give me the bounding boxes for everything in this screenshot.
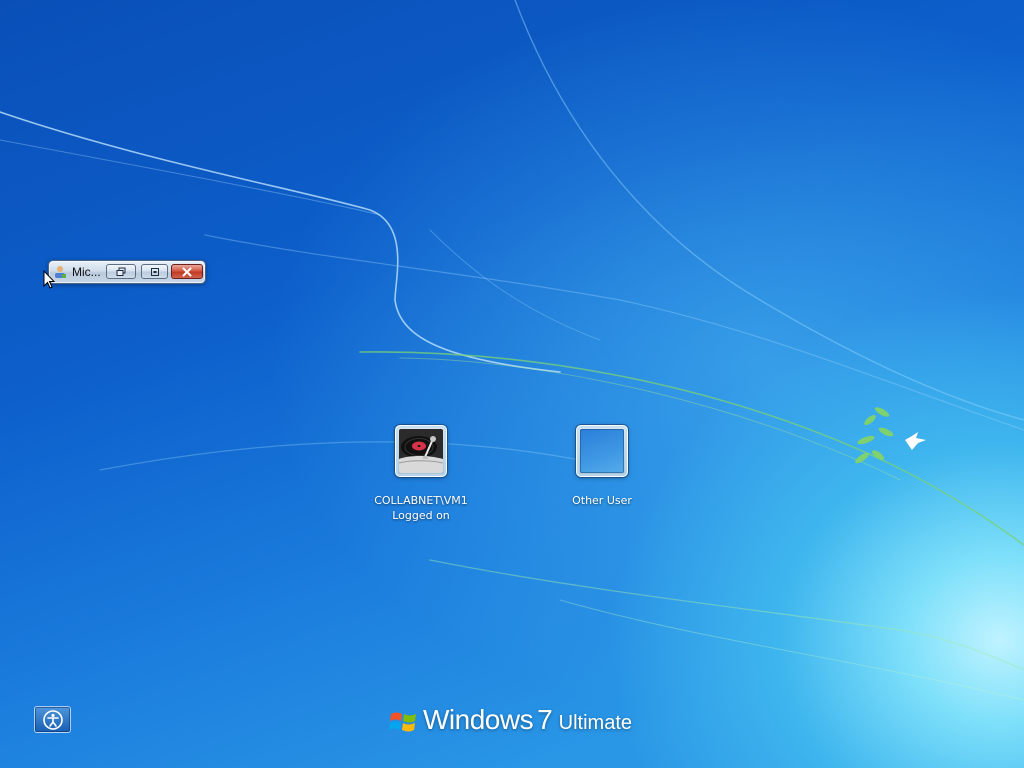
user-picture-frame[interactable] <box>576 425 628 477</box>
mouse-cursor-icon <box>43 270 55 289</box>
blank-user-icon <box>580 429 624 473</box>
product-name: Windows <box>423 704 534 735</box>
user-name-label: Other User <box>572 494 632 507</box>
background-swooshes <box>0 0 1024 701</box>
user-status-label: Logged on <box>392 509 450 522</box>
ease-of-access-icon <box>42 709 63 730</box>
login-screen: Mic... COLLABNET\VM1 Logged on Other Use… <box>0 0 1024 768</box>
close-button[interactable] <box>171 264 203 279</box>
bird-decoration <box>905 432 926 450</box>
windows-flag-icon <box>389 712 416 732</box>
restore-icon <box>116 267 126 276</box>
close-icon <box>182 267 192 276</box>
windows-branding: Windows 7 Ultimate <box>388 704 632 740</box>
remote-desktop-icon <box>55 266 66 278</box>
product-edition: Ultimate <box>558 712 633 734</box>
restore-button[interactable] <box>106 264 136 279</box>
user-tile-collabnet-vm1[interactable]: COLLABNET\VM1 Logged on <box>366 425 476 523</box>
user-picture-frame[interactable] <box>395 425 447 477</box>
product-version: 7 <box>537 704 553 735</box>
user-tile-other-user[interactable]: Other User <box>547 425 657 508</box>
turntable-icon <box>399 429 443 473</box>
window-title: Mic... <box>72 265 101 279</box>
ease-of-access-button[interactable] <box>34 706 71 733</box>
user-name-label: COLLABNET\VM1 <box>374 494 468 507</box>
remote-desktop-minimized-window[interactable]: Mic... <box>48 260 206 284</box>
minimize-icon <box>150 267 159 276</box>
maximize-button[interactable] <box>141 264 168 279</box>
